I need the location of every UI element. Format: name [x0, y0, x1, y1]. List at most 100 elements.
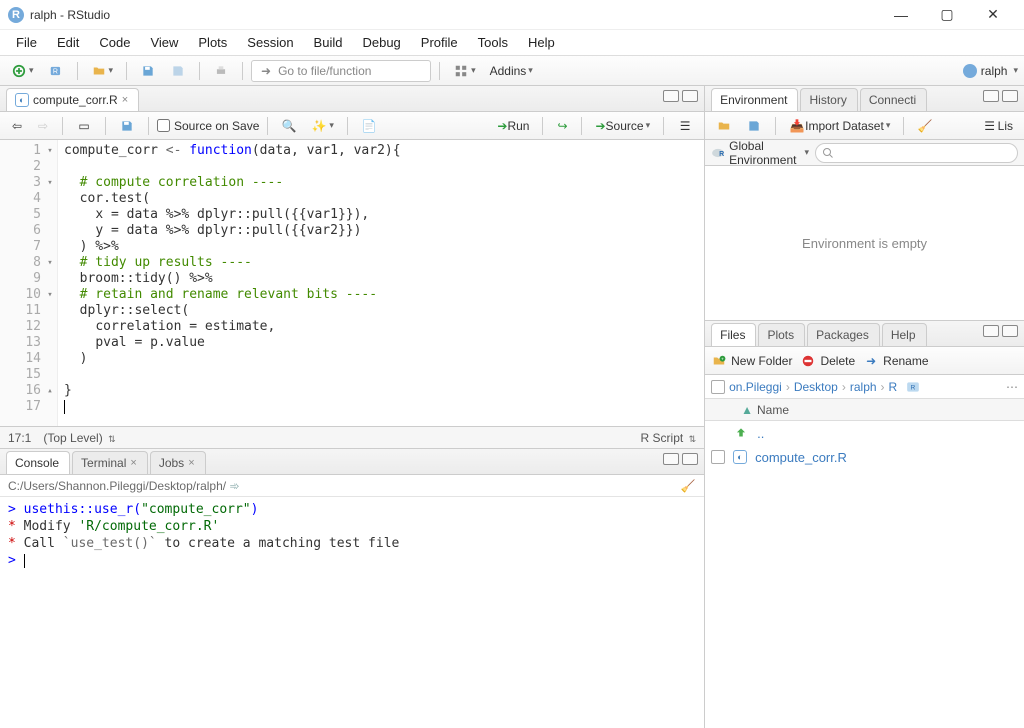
source-on-save-input[interactable]	[157, 119, 170, 132]
path-arrow-icon[interactable]: ➾	[229, 479, 239, 493]
project-plus-icon: R	[48, 63, 64, 79]
menu-edit[interactable]: Edit	[47, 32, 89, 53]
run-button[interactable]: ➔ Run	[492, 115, 534, 137]
tab-jobs[interactable]: Jobs×	[150, 451, 206, 474]
rename-button[interactable]: ➜Rename	[863, 353, 928, 369]
code-body[interactable]: compute_corr <- function(data, var1, var…	[58, 140, 704, 426]
minimize-button[interactable]: —	[878, 0, 924, 30]
environment-scope-bar: R Global Environment▾	[705, 140, 1024, 166]
pane-maximize-icon[interactable]	[1002, 90, 1018, 102]
tab-environment[interactable]: Environment	[711, 88, 798, 111]
menu-code[interactable]: Code	[89, 32, 140, 53]
menu-plots[interactable]: Plots	[188, 32, 237, 53]
goto-file-input[interactable]: ➜Go to file/function	[251, 60, 431, 82]
r-project-badge-icon[interactable]: R	[905, 379, 921, 395]
close-button[interactable]: ✕	[970, 0, 1016, 30]
file-row[interactable]: ..	[705, 421, 1024, 445]
pane-minimize-icon[interactable]	[983, 90, 999, 102]
menu-session[interactable]: Session	[237, 32, 303, 53]
delete-button[interactable]: Delete	[800, 353, 855, 369]
wand-button[interactable]: ✨▾	[306, 115, 339, 137]
menu-file[interactable]: File	[6, 32, 47, 53]
pane-minimize-icon[interactable]	[663, 453, 679, 465]
source-tab[interactable]: ◐ compute_corr.R ×	[6, 88, 139, 111]
clear-console-icon[interactable]: 🧹	[680, 478, 696, 494]
console-body[interactable]: > usethis::use_r("compute_corr")* Modify…	[0, 497, 704, 728]
close-tab-icon[interactable]: ×	[122, 94, 128, 106]
files-breadcrumb: on.Pileggi› Desktop› ralph› R R ⋯	[705, 375, 1024, 399]
menu-help[interactable]: Help	[518, 32, 565, 53]
show-in-window-button[interactable]: ▭	[71, 115, 97, 137]
addins-button[interactable]: Addins▾	[485, 60, 538, 82]
file-name[interactable]: compute_corr.R	[755, 450, 847, 465]
new-file-button[interactable]: ▾	[6, 60, 39, 82]
pane-minimize-icon[interactable]	[663, 90, 679, 102]
list-view-button[interactable]: ☰ Lis	[977, 115, 1018, 137]
tab-help[interactable]: Help	[882, 323, 927, 346]
rerun-button[interactable]: ↪	[551, 115, 573, 137]
file-checkbox[interactable]	[711, 450, 725, 464]
source-on-save-checkbox[interactable]: Source on Save	[157, 119, 259, 133]
menu-profile[interactable]: Profile	[411, 32, 468, 53]
tab-packages[interactable]: Packages	[807, 323, 880, 346]
pane-maximize-icon[interactable]	[682, 453, 698, 465]
files-header[interactable]: ▲ Name	[705, 399, 1024, 421]
load-workspace-button[interactable]	[711, 115, 737, 137]
save-source-button[interactable]	[114, 115, 140, 137]
popout-icon: ▭	[76, 118, 92, 134]
grid-button[interactable]: ▾	[448, 60, 481, 82]
line-gutter[interactable]: 1▾23▾45678▾910▾111213141516▴17	[0, 140, 58, 426]
rstudio-icon: R	[8, 7, 24, 23]
tab-connections[interactable]: Connecti	[860, 88, 927, 111]
code-editor[interactable]: 1▾23▾45678▾910▾111213141516▴17 compute_c…	[0, 140, 704, 426]
tab-files[interactable]: Files	[711, 323, 756, 346]
file-name[interactable]: ..	[757, 426, 764, 441]
filetype-selector[interactable]: R Script ⇅	[641, 431, 697, 445]
environment-toolbar: 📥 Import Dataset▾ 🧹 ☰ Lis	[705, 112, 1024, 140]
menu-build[interactable]: Build	[304, 32, 353, 53]
save-workspace-button[interactable]	[741, 115, 767, 137]
print-button[interactable]	[208, 60, 234, 82]
tab-history[interactable]: History	[800, 88, 857, 111]
tab-terminal[interactable]: Terminal×	[72, 451, 148, 474]
outline-icon: ☰	[677, 118, 693, 134]
tab-console[interactable]: Console	[6, 451, 70, 474]
pane-maximize-icon[interactable]	[1002, 325, 1018, 337]
back-button[interactable]: ⇦	[6, 115, 28, 137]
breadcrumb-item[interactable]: Desktop	[794, 380, 838, 394]
source-arrow-icon: ➔	[595, 119, 605, 133]
clear-env-button[interactable]: 🧹	[912, 115, 938, 137]
more-icon[interactable]: ⋯	[1006, 380, 1018, 394]
breadcrumb-item[interactable]: R	[889, 380, 898, 394]
new-project-button[interactable]: R	[43, 60, 69, 82]
forward-button[interactable]: ⇨	[32, 115, 54, 137]
project-menu[interactable]: ralph ▾	[963, 64, 1018, 78]
import-dataset-button[interactable]: 📥 Import Dataset▾	[784, 115, 895, 137]
select-all-checkbox[interactable]	[711, 380, 725, 394]
pane-maximize-icon[interactable]	[682, 90, 698, 102]
file-row[interactable]: ◐compute_corr.R	[705, 445, 1024, 469]
close-icon[interactable]: ×	[130, 457, 136, 469]
pane-minimize-icon[interactable]	[983, 325, 999, 337]
tab-plots[interactable]: Plots	[758, 323, 805, 346]
open-file-button[interactable]: ▾	[86, 60, 119, 82]
maximize-button[interactable]: ▢	[924, 0, 970, 30]
outline-button[interactable]: ☰	[672, 115, 698, 137]
breadcrumb-item[interactable]: ralph	[850, 380, 877, 394]
compile-report-button[interactable]: 📄	[356, 115, 382, 137]
menu-tools[interactable]: Tools	[468, 32, 518, 53]
find-button[interactable]: 🔍	[276, 115, 302, 137]
breadcrumb-item[interactable]: on.Pileggi	[729, 380, 782, 394]
scope-selector[interactable]: (Top Level) ⇅	[43, 431, 115, 445]
save-button[interactable]	[135, 60, 161, 82]
save-all-button[interactable]	[165, 60, 191, 82]
new-folder-button[interactable]: +New Folder	[711, 353, 792, 369]
close-icon[interactable]: ×	[188, 457, 194, 469]
menu-debug[interactable]: Debug	[352, 32, 410, 53]
r-file-icon: ◐	[15, 93, 29, 107]
svg-text:R: R	[52, 68, 57, 75]
environment-search-input[interactable]	[815, 143, 1018, 163]
global-env-selector[interactable]: R Global Environment▾	[711, 139, 809, 167]
source-button[interactable]: ➔ Source▾	[590, 115, 655, 137]
menu-view[interactable]: View	[140, 32, 188, 53]
